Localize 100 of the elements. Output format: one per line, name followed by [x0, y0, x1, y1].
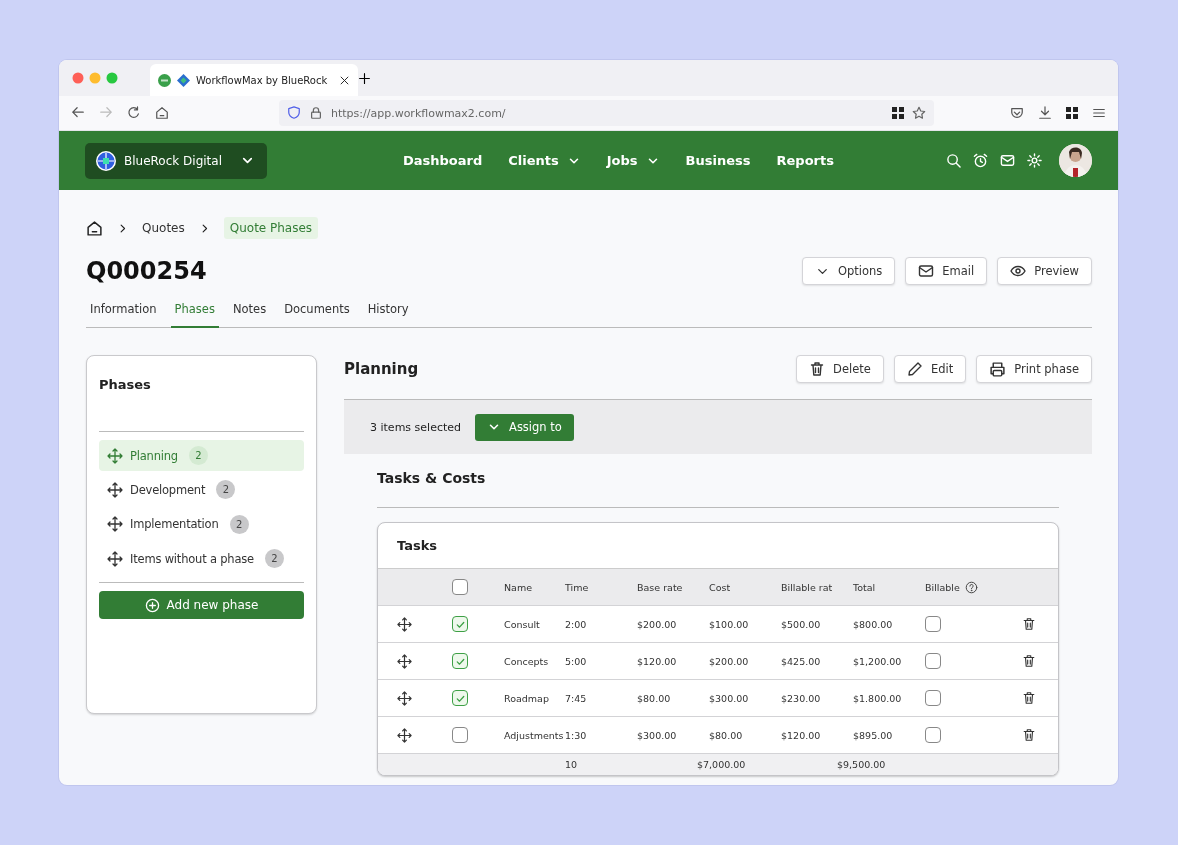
delete-icon[interactable] — [1021, 728, 1036, 742]
table-cell: $230.00 — [781, 692, 821, 704]
drag-handle-icon — [107, 481, 123, 498]
reload-icon — [127, 106, 141, 120]
edit-button[interactable]: Edit — [893, 355, 967, 383]
lock-icon — [309, 106, 323, 120]
table-cell: 7:45 — [565, 692, 587, 704]
download-icon — [1038, 106, 1052, 120]
table-cell: $300.00 — [637, 729, 677, 741]
app-badge-icon — [158, 73, 171, 87]
drag-handle-icon — [396, 727, 412, 743]
table-cell: $1.800.00 — [853, 692, 902, 704]
tab[interactable]: History — [363, 298, 413, 328]
column-header: Base rate — [637, 581, 683, 593]
table-cell: $500.00 — [781, 618, 821, 630]
count-badge: 2 — [264, 549, 284, 569]
table-cell: $200.00 — [637, 618, 677, 630]
preview-button[interactable]: Preview — [997, 257, 1092, 285]
delete-button[interactable]: Delete — [796, 355, 884, 383]
row-checkbox[interactable] — [452, 727, 468, 743]
pencil-icon — [906, 361, 923, 377]
phase-item[interactable]: Planning 2 — [99, 440, 304, 471]
table-cell: 2:00 — [565, 618, 587, 630]
section-title: Tasks & Costs — [377, 454, 1059, 508]
table-cell: 1:30 — [565, 729, 587, 741]
breadcrumb-current: Quote Phases — [223, 217, 319, 239]
close-icon — [339, 74, 350, 86]
billable-checkbox[interactable] — [925, 690, 941, 706]
nav-link[interactable]: Business — [685, 153, 751, 168]
email-button[interactable]: Email — [905, 257, 988, 285]
tab[interactable]: Notes — [228, 298, 271, 328]
tab[interactable]: Documents — [280, 298, 354, 328]
user-avatar[interactable] — [1059, 144, 1092, 177]
tab[interactable]: Phases — [170, 298, 219, 328]
tab[interactable]: Information — [86, 298, 161, 328]
select-all-checkbox[interactable] — [452, 579, 468, 595]
star-icon — [912, 106, 926, 120]
row-checkbox[interactable] — [452, 616, 468, 632]
address-bar[interactable]: https://app.workflowmax2.com/ — [279, 100, 934, 126]
billable-checkbox[interactable] — [925, 653, 941, 669]
phase-title: Planning — [344, 360, 420, 378]
extensions-icon — [1066, 107, 1078, 119]
table-cell: $120.00 — [781, 729, 821, 741]
billable-checkbox[interactable] — [925, 616, 941, 632]
home-icon[interactable] — [86, 219, 103, 237]
breadcrumb-link[interactable]: Quotes — [142, 221, 185, 235]
shield-icon — [287, 106, 301, 120]
home-icon — [155, 106, 169, 120]
drag-handle-icon — [107, 447, 123, 464]
nav-link[interactable]: Clients — [508, 153, 581, 168]
new-tab-icon — [358, 71, 371, 85]
mail-icon — [918, 263, 935, 279]
plus-circle-icon — [144, 597, 160, 613]
help-icon — [964, 580, 978, 594]
search-icon — [946, 153, 961, 168]
column-header: Billable — [925, 581, 960, 593]
row-checkbox[interactable] — [452, 653, 468, 669]
table-cell: $120.00 — [637, 655, 677, 667]
total-cell: 10 — [565, 759, 578, 770]
options-button[interactable]: Options — [801, 257, 896, 285]
phase-item[interactable]: Implementation 2 — [99, 508, 304, 540]
settings-icon — [1027, 153, 1042, 168]
menu-icon — [1092, 106, 1106, 120]
phase-item[interactable]: Items without a phase 2 — [99, 543, 304, 575]
page-title: Q000254 — [86, 257, 208, 285]
assign-button[interactable]: Assign to — [475, 413, 574, 441]
printer-icon — [989, 360, 1007, 378]
nav-link[interactable]: Jobs — [606, 153, 660, 168]
forward-icon — [99, 106, 113, 120]
total-cell: $7,000.00 — [697, 759, 746, 770]
delete-icon[interactable] — [1021, 654, 1036, 668]
nav-link[interactable]: Reports — [776, 153, 834, 168]
mail-icon — [1000, 153, 1015, 168]
window-controls[interactable] — [72, 72, 118, 84]
count-badge: 2 — [216, 480, 236, 500]
table-cell: 5:00 — [565, 655, 587, 667]
organization-name: BlueRock Digital — [124, 153, 223, 168]
add-phase-button[interactable]: Add new phase — [99, 591, 304, 620]
column-header: Billable rat — [781, 581, 833, 593]
nav-link[interactable]: Dashboard — [403, 153, 483, 168]
table-cell: $300.00 — [709, 692, 749, 704]
table-cell: $80.00 — [637, 692, 671, 704]
phase-item[interactable]: Development 2 — [99, 474, 304, 506]
row-checkbox[interactable] — [452, 690, 468, 706]
panel-title: Phases — [99, 376, 152, 394]
print-button[interactable]: Print phase — [976, 355, 1092, 383]
grid-icon — [892, 107, 904, 119]
delete-icon[interactable] — [1021, 617, 1036, 631]
delete-icon[interactable] — [1021, 691, 1036, 705]
column-header: Time — [565, 581, 589, 593]
back-icon — [71, 106, 85, 120]
drag-handle-icon — [396, 653, 412, 669]
column-header: Total — [853, 581, 876, 593]
diamond-logo-icon — [177, 73, 190, 87]
organization-switcher[interactable]: BlueRock Digital — [85, 142, 267, 179]
globe-logo-icon — [96, 150, 116, 171]
billable-checkbox[interactable] — [925, 727, 941, 743]
browser-tab[interactable]: WorkflowMax by BlueRock — [150, 64, 358, 96]
table-cell: $425.00 — [781, 655, 821, 667]
table-cell-text: Adjustments — [503, 729, 564, 741]
